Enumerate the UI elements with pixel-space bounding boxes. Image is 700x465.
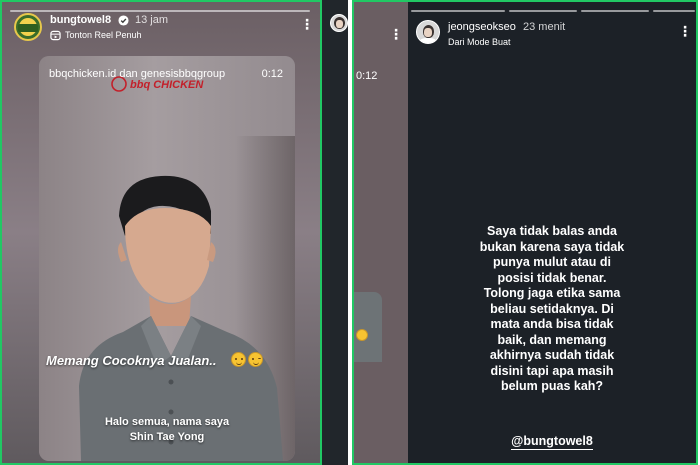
message-line: bukan karena saya tidak xyxy=(479,239,625,254)
message-line: belum puas kah? xyxy=(500,379,604,393)
story-progress-segment-4 xyxy=(653,10,695,12)
story-progress-segment-1 xyxy=(411,10,505,12)
message-line: disini tapi apa masih xyxy=(490,363,614,378)
watch-full-reel-link[interactable]: Tonton Reel Penuh xyxy=(65,30,142,40)
reel-subtitle-line2: Shin Tae Yong xyxy=(129,431,205,443)
story-text-panel: jeongseokseo 23 menit Dari Mode Buat ⋮ S… xyxy=(408,2,696,463)
wink-emoji-icon xyxy=(248,352,263,367)
message-line: beliau setidaknya. Di xyxy=(490,301,614,316)
story-message-text: Saya tidak balas anda bukan karena saya t… xyxy=(408,224,696,395)
verified-badge-icon xyxy=(118,15,129,26)
more-options-icon[interactable]: ⋮ xyxy=(389,26,403,43)
grin-emoji-icon xyxy=(231,352,246,367)
story-progress-segment-3 xyxy=(581,10,649,12)
mention-sticker[interactable]: @bungtowel8 xyxy=(408,432,696,450)
story-progress-segment-2 xyxy=(509,10,577,12)
message-line: mata anda bisa tidak xyxy=(490,317,614,331)
emoji-icon xyxy=(356,329,368,341)
story-peek-reel[interactable]: ⋮ 0:12 xyxy=(354,2,408,463)
reel-icon xyxy=(50,30,61,41)
message-line: punya mulut atau di xyxy=(492,255,612,269)
reel-duration: 0:12 xyxy=(261,68,283,80)
mention-text[interactable]: @bungtowel8 xyxy=(511,434,593,450)
message-line: baik, dan memang xyxy=(497,332,607,347)
account-avatar[interactable] xyxy=(14,13,42,41)
peek-avatar[interactable] xyxy=(330,14,348,32)
account-avatar[interactable] xyxy=(416,20,440,44)
message-line: posisi tidak benar. xyxy=(497,270,607,285)
svg-text:bbq CHICKEN: bbq CHICKEN xyxy=(130,79,204,91)
story-left[interactable]: bungtowel8 13 jam Tonton Reel Penuh ⋮ bb… xyxy=(0,0,322,465)
more-options-icon[interactable]: ⋮ xyxy=(300,17,314,31)
reel-caption-title: Memang Cocoknya Jualan.. xyxy=(46,353,217,368)
story-progress-bar xyxy=(10,10,310,12)
username[interactable]: bungtowel8 xyxy=(50,14,111,26)
reel-collaborators[interactable]: bbqchicken.id dan genesisbbqgroup xyxy=(49,68,225,80)
peek-reel-duration: 0:12 xyxy=(356,70,378,82)
post-time: 23 menit xyxy=(523,21,566,33)
message-line: Saya tidak balas anda xyxy=(487,224,617,238)
story-peek-previous[interactable] xyxy=(322,0,348,465)
reel-preview-card[interactable]: bbq CHICKEN bbqchicken.id dan genesisbbq… xyxy=(39,56,295,461)
more-options-icon[interactable]: ⋮ xyxy=(678,24,692,38)
create-mode-label: Dari Mode Buat xyxy=(448,37,511,47)
message-line: akhirnya sudah tidak xyxy=(489,348,615,362)
reel-subtitle-line1: Halo semua, nama saya xyxy=(104,416,230,428)
message-line: Tolong jaga etika sama xyxy=(483,286,621,300)
username[interactable]: jeongseokseo xyxy=(448,21,516,33)
post-time: 13 jam xyxy=(135,14,169,26)
story-right[interactable]: ⋮ 0:12 jeongseokseo 23 menit Dari Mode B… xyxy=(352,0,698,465)
